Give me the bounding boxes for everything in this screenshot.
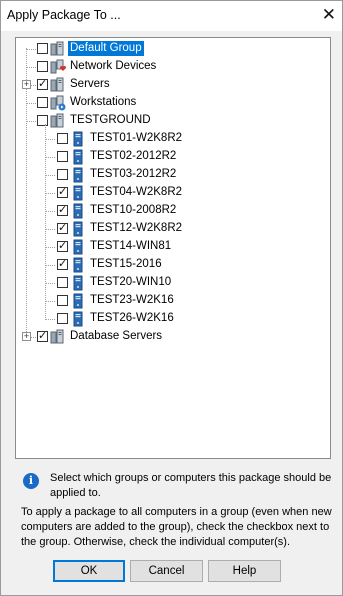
computer-icon [70, 239, 86, 255]
window-title: Apply Package To ... [7, 8, 121, 22]
tree-computer-item[interactable]: TEST14-WIN81 [16, 238, 328, 256]
info-text: Select which groups or computers this pa… [50, 472, 332, 499]
expand-toggle-icon[interactable]: + [22, 80, 31, 89]
computer-icon [70, 203, 86, 219]
computer-icon [70, 149, 86, 165]
tree-group-item[interactable]: TESTGROUND [16, 112, 328, 130]
group-server-icon [50, 41, 66, 57]
tree-computer-item[interactable]: TEST20-WIN10 [16, 274, 328, 292]
tree-group-item[interactable]: + Database Servers [16, 328, 328, 346]
computer-icon [70, 293, 86, 309]
tree-computer-item[interactable]: TEST02-2012R2 [16, 148, 328, 166]
computer-checkbox[interactable] [57, 133, 68, 144]
computer-checkbox[interactable] [57, 223, 68, 234]
tree-group-item[interactable]: Workstations [16, 94, 328, 112]
computer-label[interactable]: TEST20-WIN10 [88, 275, 173, 290]
computer-icon [70, 275, 86, 291]
info-panel: i Select which groups or computers this … [15, 459, 331, 505]
computer-label[interactable]: TEST03-2012R2 [88, 167, 178, 182]
server-group-icon [50, 329, 66, 345]
title-bar: Apply Package To ... ✕ [1, 1, 342, 31]
group-label[interactable]: Database Servers [68, 329, 164, 344]
group-checkbox[interactable] [37, 115, 48, 126]
computer-icon [70, 185, 86, 201]
computer-label[interactable]: TEST23-W2K16 [88, 293, 176, 308]
help-button[interactable]: Help [208, 560, 281, 582]
group-checkbox[interactable] [37, 79, 48, 90]
tree-computer-item[interactable]: TEST12-W2K8R2 [16, 220, 328, 238]
tree-computer-item[interactable]: TEST15-2016 [16, 256, 328, 274]
tree-computer-item[interactable]: TEST26-W2K16 [16, 310, 328, 328]
ok-button[interactable]: OK [53, 560, 125, 582]
tree-computer-item[interactable]: TEST01-W2K8R2 [16, 130, 328, 148]
computer-icon [70, 257, 86, 273]
group-label[interactable]: Servers [68, 77, 112, 92]
computer-label[interactable]: TEST10-2008R2 [88, 203, 178, 218]
apply-package-dialog: Apply Package To ... ✕ Default Group Netw… [0, 0, 343, 596]
group-label[interactable]: Workstations [68, 95, 138, 110]
computer-icon [70, 131, 86, 147]
network-device-icon [50, 59, 66, 75]
computer-checkbox[interactable] [57, 277, 68, 288]
tree-computer-item[interactable]: TEST23-W2K16 [16, 292, 328, 310]
computer-icon [70, 311, 86, 327]
computer-label[interactable]: TEST15-2016 [88, 257, 164, 272]
tree-computer-item[interactable]: TEST10-2008R2 [16, 202, 328, 220]
computer-icon [70, 221, 86, 237]
info-icon: i [23, 473, 39, 489]
computer-checkbox[interactable] [57, 205, 68, 216]
computer-checkbox[interactable] [57, 313, 68, 324]
computer-label[interactable]: TEST26-W2K16 [88, 311, 176, 326]
computer-checkbox[interactable] [57, 259, 68, 270]
tree-group-item[interactable]: + Servers [16, 76, 328, 94]
group-label[interactable]: TESTGROUND [68, 113, 153, 128]
cancel-button[interactable]: Cancel [130, 560, 203, 582]
group-checkbox[interactable] [37, 43, 48, 54]
computer-label[interactable]: TEST04-W2K8R2 [88, 185, 184, 200]
computer-label[interactable]: TEST02-2012R2 [88, 149, 178, 164]
computer-label[interactable]: TEST12-W2K8R2 [88, 221, 184, 236]
expand-toggle-icon[interactable]: + [22, 332, 31, 341]
computer-checkbox[interactable] [57, 241, 68, 252]
computer-checkbox[interactable] [57, 187, 68, 198]
computer-checkbox[interactable] [57, 295, 68, 306]
computer-label[interactable]: TEST01-W2K8R2 [88, 131, 184, 146]
tree-computer-item[interactable]: TEST04-W2K8R2 [16, 184, 328, 202]
computer-checkbox[interactable] [57, 169, 68, 180]
server-group-icon [50, 77, 66, 93]
computer-label[interactable]: TEST14-WIN81 [88, 239, 173, 254]
workstation-group-icon [50, 95, 66, 111]
group-checkbox[interactable] [37, 97, 48, 108]
group-checkbox[interactable] [37, 61, 48, 72]
description-text: To apply a package to all computers in a… [21, 506, 332, 548]
close-icon[interactable]: ✕ [322, 6, 336, 24]
group-tree[interactable]: Default Group Network Devices + Servers Work… [15, 37, 331, 459]
tree-computer-item[interactable]: TEST03-2012R2 [16, 166, 328, 184]
tree-group-item[interactable]: Default Group [16, 40, 328, 58]
group-label[interactable]: Network Devices [68, 59, 158, 74]
tree-group-item[interactable]: Network Devices [16, 58, 328, 76]
group-label[interactable]: Default Group [68, 41, 144, 56]
group-checkbox[interactable] [37, 331, 48, 342]
computer-checkbox[interactable] [57, 151, 68, 162]
server-group-icon [50, 113, 66, 129]
computer-icon [70, 167, 86, 183]
